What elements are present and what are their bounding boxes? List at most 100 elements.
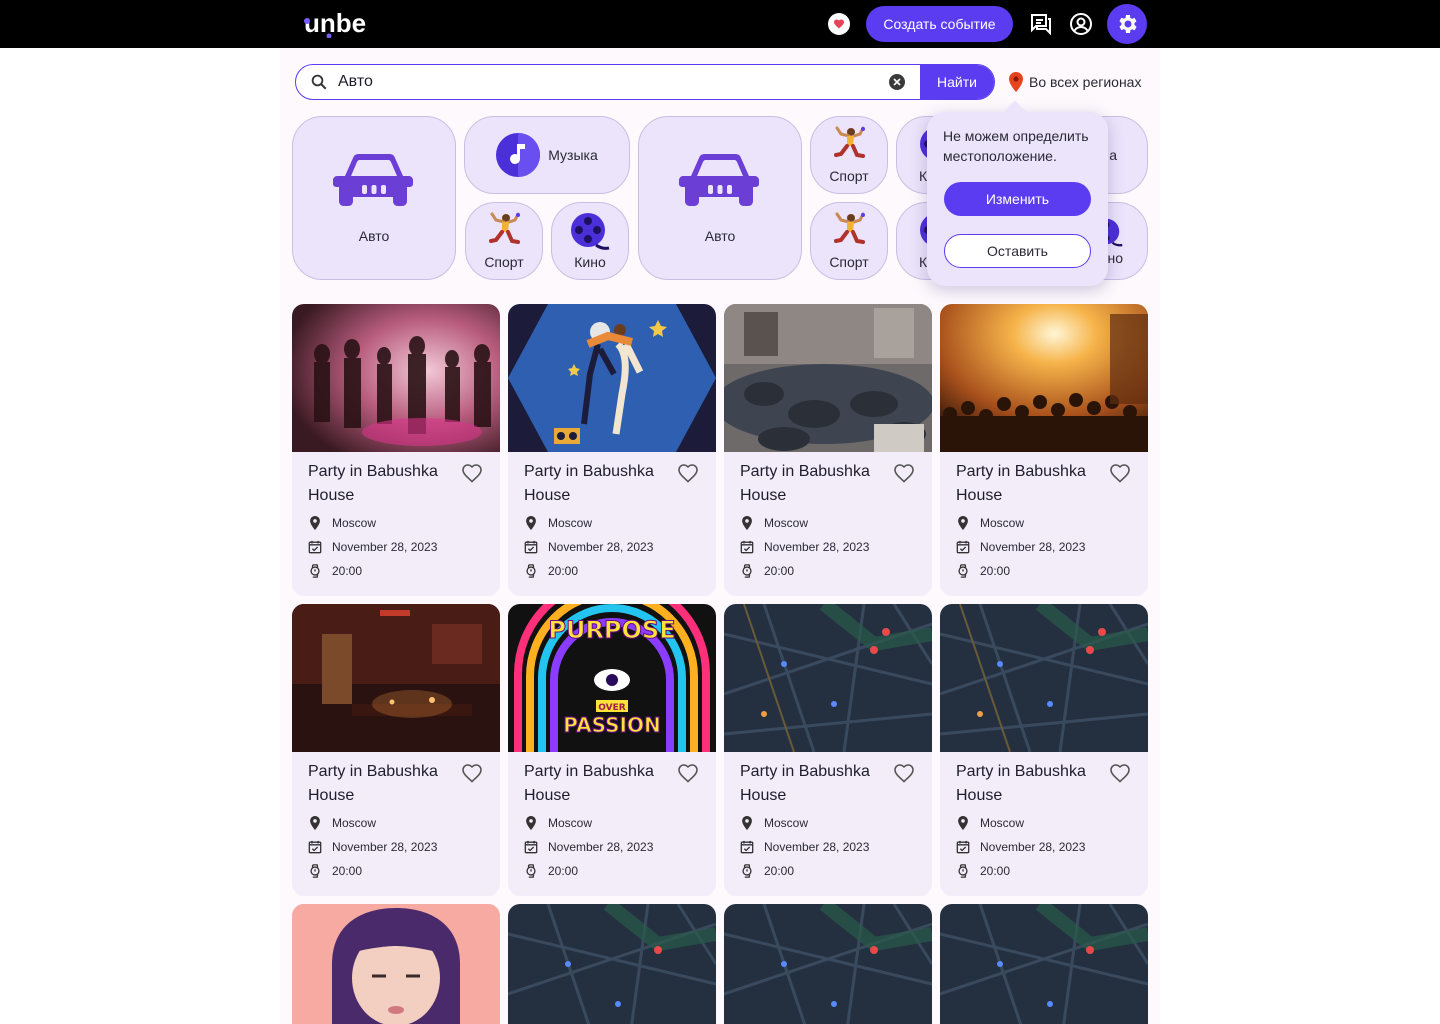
category-label: а — [1109, 147, 1117, 163]
event-time-row: 20:00 — [308, 564, 362, 578]
heart-outline-icon[interactable] — [1108, 461, 1132, 485]
event-image-dancing-couple-illustration — [508, 304, 716, 452]
search-button[interactable]: Найти — [920, 65, 994, 99]
heart-icon — [834, 19, 844, 29]
event-date-row: November 28, 2023 — [524, 540, 653, 554]
event-time: 20:00 — [764, 864, 795, 878]
event-date: November 28, 2023 — [764, 840, 870, 854]
event-location: Moscow — [740, 816, 808, 830]
category-avto[interactable]: Авто — [292, 116, 456, 280]
location-pin-icon — [526, 816, 536, 830]
event-card[interactable]: Party in Babushka House Moscow November … — [724, 304, 932, 596]
event-time: 20:00 — [548, 564, 579, 578]
location-popup: Не можем определить местоположение. Изме… — [927, 112, 1108, 286]
clear-icon[interactable] — [889, 74, 905, 90]
logo-text: unbe — [304, 10, 366, 38]
calendar-icon — [740, 840, 754, 854]
event-card[interactable]: Party in Babushka House Moscow November … — [940, 604, 1148, 896]
settings-button[interactable] — [1107, 4, 1147, 44]
search-input[interactable] — [338, 72, 858, 92]
location-pin-icon — [958, 816, 968, 830]
event-city: Moscow — [980, 516, 1025, 530]
category-label: Спорт — [829, 168, 869, 184]
heart-outline-icon[interactable] — [460, 761, 484, 785]
event-location: Moscow — [524, 516, 592, 530]
event-date-row: November 28, 2023 — [956, 540, 1085, 554]
event-title: Party in Babushka House — [524, 463, 654, 504]
heart-outline-icon[interactable] — [676, 461, 700, 485]
create-event-button[interactable]: Создать событие — [866, 6, 1013, 42]
event-date-row: November 28, 2023 — [308, 840, 437, 854]
music-note-icon — [496, 133, 541, 177]
event-card[interactable] — [508, 904, 716, 1024]
category-label: Музыка — [548, 147, 598, 163]
heart-outline-icon[interactable] — [1108, 761, 1132, 785]
watch-icon — [310, 564, 320, 578]
heart-outline-icon[interactable] — [460, 461, 484, 485]
event-city: Moscow — [332, 516, 377, 530]
dancer-icon — [834, 212, 865, 244]
event-title: Party in Babushka House — [956, 763, 1086, 804]
event-card[interactable]: Party in Babushka House Moscow November … — [292, 604, 500, 896]
watch-icon — [526, 864, 536, 878]
location-pin-icon — [310, 816, 320, 830]
location-pin-icon — [1009, 72, 1023, 92]
gear-icon — [1119, 15, 1137, 33]
event-date-row: November 28, 2023 — [956, 840, 1085, 854]
event-card[interactable] — [724, 904, 932, 1024]
event-location: Moscow — [956, 816, 1024, 830]
category-sport[interactable]: Спорт — [810, 202, 888, 280]
favorites-button[interactable] — [828, 13, 850, 35]
event-title: Party in Babushka House — [308, 463, 438, 504]
heart-outline-icon[interactable] — [892, 761, 916, 785]
event-city: Moscow — [548, 816, 593, 830]
category-sport[interactable]: Спорт — [465, 202, 543, 280]
event-card[interactable] — [940, 904, 1148, 1024]
search-icon — [311, 74, 327, 90]
car-icon — [679, 154, 759, 206]
category-sport[interactable]: Спорт — [810, 116, 888, 194]
event-date: November 28, 2023 — [764, 540, 870, 554]
poster-line3: PASSION — [563, 713, 660, 737]
category-muzyka[interactable]: Музыка — [464, 116, 630, 194]
event-city: Moscow — [764, 816, 809, 830]
event-card[interactable]: PURPOSE OVER PASSION Party in Babushka H… — [508, 604, 716, 896]
event-time-row: 20:00 — [740, 864, 794, 878]
dancer-icon — [834, 126, 865, 158]
calendar-icon — [740, 540, 754, 554]
category-avto[interactable]: Авто — [638, 116, 802, 280]
event-image-dark-map — [940, 604, 1148, 752]
event-location: Moscow — [956, 516, 1024, 530]
event-title: Party in Babushka House — [956, 463, 1086, 504]
event-date-row: November 28, 2023 — [740, 540, 869, 554]
watch-icon — [310, 864, 320, 878]
event-title: Party in Babushka House — [740, 463, 870, 504]
event-card[interactable]: Party in Babushka House Moscow November … — [724, 604, 932, 896]
profile-icon[interactable] — [1069, 12, 1093, 36]
event-card[interactable] — [292, 904, 500, 1024]
event-image-dark-map — [940, 904, 1148, 1024]
heart-outline-icon[interactable] — [676, 761, 700, 785]
heart-outline-icon[interactable] — [892, 461, 916, 485]
category-label: Кино — [574, 254, 606, 270]
logo[interactable]: unbe — [304, 10, 368, 38]
category-label: Спорт — [484, 254, 524, 270]
event-time: 20:00 — [980, 564, 1011, 578]
region-label: Во всех регионах — [1029, 74, 1142, 90]
event-city: Moscow — [548, 516, 593, 530]
event-title: Party in Babushka House — [308, 763, 438, 804]
change-location-button[interactable]: Изменить — [944, 182, 1091, 216]
location-pin-icon — [742, 516, 752, 530]
region-selector[interactable]: Во всех регионах — [1009, 72, 1141, 92]
category-label: Авто — [704, 228, 736, 244]
dancer-icon — [489, 212, 520, 244]
event-card[interactable]: Party in Babushka House Moscow November … — [940, 304, 1148, 596]
event-card[interactable]: Party in Babushka House Moscow November … — [508, 304, 716, 596]
calendar-icon — [524, 840, 538, 854]
keep-location-button[interactable]: Оставить — [944, 234, 1091, 268]
event-card[interactable]: Party in Babushka House Moscow November … — [292, 304, 500, 596]
chat-icon[interactable] — [1029, 12, 1053, 36]
location-pin-icon — [958, 516, 968, 530]
event-image-dark-map — [724, 604, 932, 752]
category-kino[interactable]: Кино — [551, 202, 629, 280]
